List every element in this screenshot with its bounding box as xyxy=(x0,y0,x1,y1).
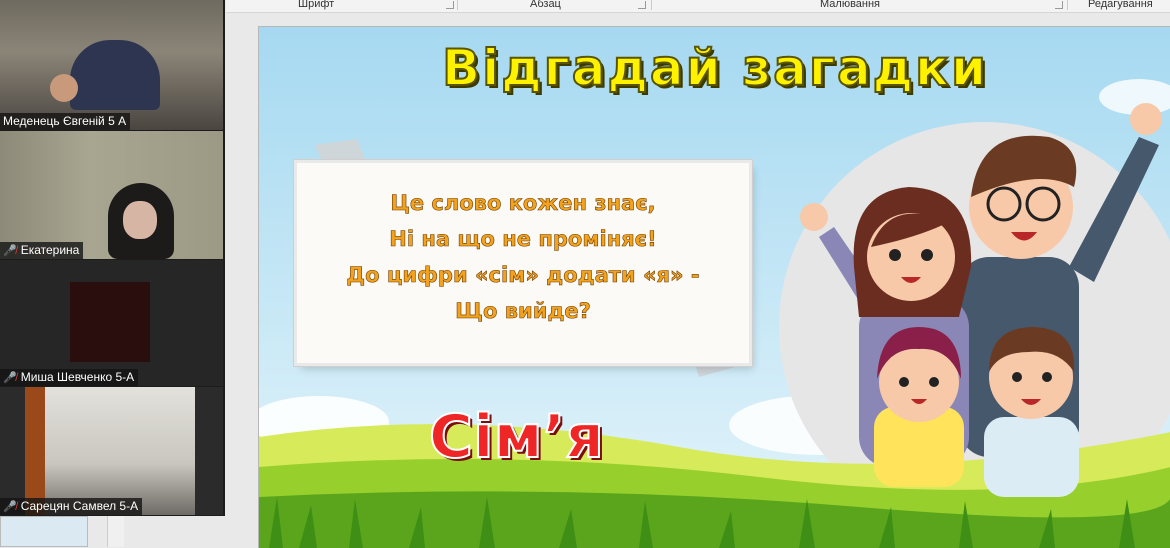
muted-mic-icon: 🎤̸ xyxy=(3,372,17,384)
ribbon-group-paragraph: Абзац xyxy=(458,0,652,12)
participant-name: 🎤̸ Сарецян Самвел 5-А xyxy=(0,498,143,515)
participant-name: 🎤̸ Екатерина xyxy=(0,242,84,259)
ribbon-group-drawing: Малювання xyxy=(652,0,1068,12)
participant-video-room xyxy=(25,387,195,515)
ribbon-group-label: Абзац xyxy=(530,0,561,10)
participant-tile[interactable]: 🎤̸ Екатерина xyxy=(0,131,223,259)
participant-face xyxy=(123,201,157,239)
muted-mic-icon: 🎤̸ xyxy=(3,245,17,257)
riddle-answer: Сім’я xyxy=(428,401,605,473)
participant-name: 🎤̸ Миша Шевченко 5-А xyxy=(0,369,139,386)
riddle-line: Що вийде? xyxy=(455,299,591,324)
participant-silhouette xyxy=(70,40,160,110)
presentation-slide[interactable]: Відгадай загадки Це слово кожен знає, Ні… xyxy=(258,26,1170,548)
participant-face xyxy=(50,74,78,102)
participant-video-door xyxy=(25,387,45,515)
riddle-line: До цифри «сім» додати «я» - xyxy=(346,263,700,288)
participant-tile[interactable]: 🎤̸ Сарецян Самвел 5-А xyxy=(0,387,223,515)
dialog-launcher-icon[interactable] xyxy=(446,1,454,9)
participant-video-dark xyxy=(70,282,150,362)
dialog-launcher-icon[interactable] xyxy=(1055,1,1063,9)
participant-video-panel: Меденець Євгеній 5 А 🎤̸ Екатерина 🎤̸ Миша … xyxy=(0,0,225,516)
ribbon-group-label: Шрифт xyxy=(298,0,335,10)
participant-name: Меденець Євгеній 5 А xyxy=(0,113,131,130)
ribbon-group-label: Малювання xyxy=(820,0,881,10)
slide-thumbnail[interactable] xyxy=(0,516,88,547)
riddle-card: Це слово кожен знає, Ні на що не проміня… xyxy=(297,163,749,363)
ribbon-group-editing: Редагування xyxy=(1068,0,1170,12)
riddle-line: Ні на що не проміняє! xyxy=(389,227,657,252)
ribbon-group-labels: Шрифт Абзац Малювання Редагування xyxy=(226,0,1170,13)
participant-tile[interactable]: 🎤̸ Миша Шевченко 5-А xyxy=(0,260,223,386)
muted-mic-icon: 🎤̸ xyxy=(3,501,17,513)
thumbnail-scrollbar[interactable] xyxy=(107,516,124,547)
dialog-launcher-icon[interactable] xyxy=(638,1,646,9)
slide-title: Відгадай загадки xyxy=(441,38,989,98)
participant-tile[interactable]: Меденець Євгеній 5 А xyxy=(0,0,223,130)
ribbon-group-font: Шрифт xyxy=(226,0,458,12)
riddle-line: Це слово кожен знає, xyxy=(390,191,656,216)
ribbon-group-label: Редагування xyxy=(1088,0,1153,10)
